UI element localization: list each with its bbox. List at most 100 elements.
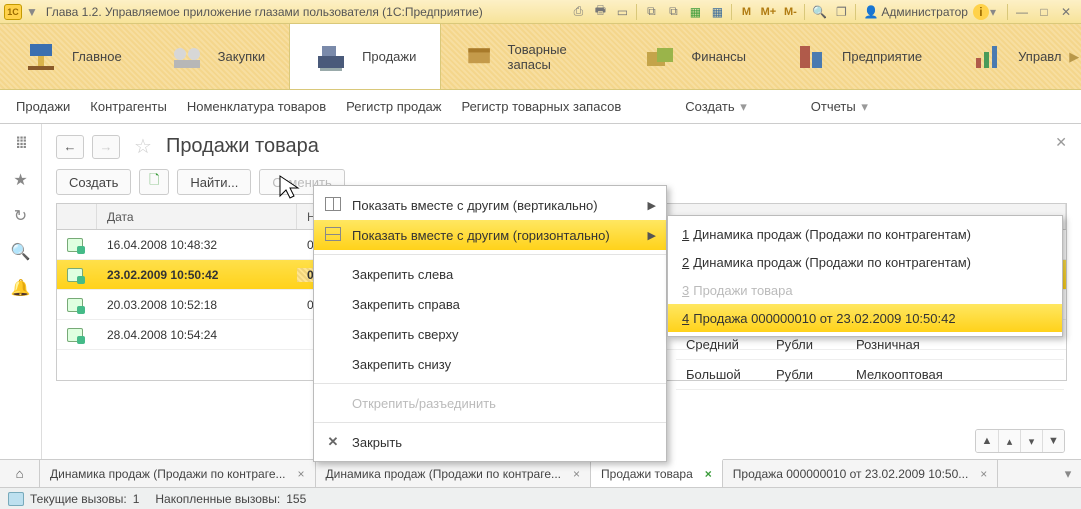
- grid-last[interactable]: ▼: [1042, 430, 1064, 452]
- sidebar: ⁞⁞⁞ ★ ↻ 🔍 🔔: [0, 124, 42, 459]
- zoom-icon[interactable]: 🔍: [809, 3, 829, 21]
- accumulated-calls-label: Накопленные вызовы:: [155, 492, 280, 506]
- submenu-item: 3Продажи товара: [668, 276, 1062, 304]
- nav-label: Продажи: [362, 49, 416, 64]
- chart-icon: [970, 40, 1004, 74]
- compare-icon[interactable]: ⧉: [663, 3, 683, 21]
- favorites-icon[interactable]: ★: [11, 170, 31, 190]
- nav-sales[interactable]: Продажи: [289, 24, 441, 89]
- document-icon: [67, 268, 83, 282]
- cmd-reports[interactable]: Отчеты ▾: [811, 99, 868, 115]
- tab[interactable]: Динамика продаж (Продажи по контраге...×: [316, 460, 592, 487]
- copy-icon[interactable]: ⧉: [641, 3, 661, 21]
- tabs-overflow[interactable]: ▾: [1055, 460, 1081, 487]
- back-button[interactable]: ←: [56, 135, 84, 159]
- nav-management[interactable]: Управл: [946, 24, 1067, 89]
- windows-icon[interactable]: ❐: [831, 3, 851, 21]
- tab[interactable]: Продажи товара×: [591, 459, 723, 487]
- forward-button[interactable]: →: [92, 135, 120, 159]
- calc-icon[interactable]: ▦: [685, 3, 705, 21]
- nav-enterprise[interactable]: Предприятие: [770, 24, 946, 89]
- chevron-right-icon: ▶: [648, 199, 656, 212]
- split-horizontal-icon: [324, 227, 342, 244]
- cmd-stock-register[interactable]: Регистр товарных запасов: [461, 99, 621, 114]
- info-icon[interactable]: i: [973, 4, 989, 20]
- tab-close-icon[interactable]: ×: [980, 467, 987, 481]
- menu-pin-top[interactable]: Закрепить сверху: [314, 319, 666, 349]
- submenu-item[interactable]: 4Продажа 000000010 от 23.02.2009 10:50:4…: [668, 304, 1062, 332]
- calendar-icon[interactable]: ▦: [707, 3, 727, 21]
- chevron-right-icon: ▶: [648, 229, 656, 242]
- tab-close-icon[interactable]: ×: [298, 467, 305, 481]
- history-icon[interactable]: ↻: [11, 206, 31, 226]
- table-row[interactable]: Большой Рубли Мелкооптовая: [676, 360, 1064, 390]
- grid-up[interactable]: ▴: [998, 430, 1020, 452]
- grid-first[interactable]: ▲: [976, 430, 998, 452]
- nav-stock[interactable]: Товарные запасы: [441, 24, 619, 89]
- section-nav: Главное Закупки Продажи Товарные запасы …: [0, 24, 1081, 90]
- nav-finance[interactable]: Финансы: [619, 24, 770, 89]
- close-window-button[interactable]: ✕: [1056, 3, 1076, 21]
- document-icon: [67, 298, 83, 312]
- search-sidebar-icon[interactable]: 🔍: [11, 242, 31, 262]
- app-menu-dd[interactable]: ▼: [26, 5, 38, 19]
- nav-scroll-right[interactable]: ▶: [1068, 24, 1081, 89]
- create-button[interactable]: Создать: [56, 169, 131, 195]
- menu-pin-bottom[interactable]: Закрепить снизу: [314, 349, 666, 379]
- nav-main[interactable]: Главное: [0, 24, 146, 89]
- favorite-toggle[interactable]: ☆: [134, 134, 152, 159]
- submenu-item[interactable]: 1Динамика продаж (Продажи по контрагента…: [668, 220, 1062, 248]
- info-dd[interactable]: ▾: [990, 5, 996, 19]
- current-calls-value: 1: [133, 492, 140, 506]
- print-preview-icon[interactable]: ⎙: [568, 3, 588, 21]
- nav-label: Предприятие: [842, 49, 922, 64]
- cmd-counterparties[interactable]: Контрагенты: [90, 99, 167, 114]
- m-minus-button[interactable]: M-: [780, 3, 800, 21]
- print-icon[interactable]: 🖶: [590, 3, 610, 21]
- current-calls-label: Текущие вызовы:: [30, 492, 127, 506]
- menu-pin-left[interactable]: Закрепить слева: [314, 259, 666, 289]
- nav-label: Финансы: [691, 49, 746, 64]
- cmd-sales[interactable]: Продажи: [16, 99, 70, 114]
- minimize-button[interactable]: —: [1012, 3, 1032, 21]
- notifications-icon[interactable]: 🔔: [11, 278, 31, 298]
- titlebar: 1C ▼ Глава 1.2. Управляемое приложение г…: [0, 0, 1081, 24]
- tab[interactable]: Продажа 000000010 от 23.02.2009 10:50...…: [723, 460, 999, 487]
- nav-label: Закупки: [218, 49, 265, 64]
- perf-icon: [8, 492, 24, 506]
- refresh-button[interactable]: 🗋: [139, 169, 169, 195]
- status-bar: Текущие вызовы: 1 Накопленные вызовы: 15…: [0, 487, 1081, 509]
- user-label[interactable]: 👤Администратор: [863, 5, 968, 19]
- menu-close[interactable]: ✕ Закрыть: [314, 427, 666, 457]
- tab-close-icon[interactable]: ×: [573, 467, 580, 481]
- tab-close-icon[interactable]: ×: [705, 467, 712, 481]
- submenu-item[interactable]: 2Динамика продаж (Продажи по контрагента…: [668, 248, 1062, 276]
- cmd-nomenclature[interactable]: Номенклатура товаров: [187, 99, 326, 114]
- accumulated-calls-value: 155: [286, 492, 306, 506]
- nav-purchases[interactable]: Закупки: [146, 24, 289, 89]
- cmd-sales-register[interactable]: Регистр продаж: [346, 99, 441, 114]
- menu-pin-right[interactable]: Закрепить справа: [314, 289, 666, 319]
- nav-label: Управл: [1018, 49, 1061, 64]
- page-close[interactable]: ✕: [1055, 134, 1067, 151]
- m-plus-button[interactable]: M+: [758, 3, 778, 21]
- command-bar: Продажи Контрагенты Номенклатура товаров…: [0, 90, 1081, 124]
- home-tab[interactable]: ⌂: [0, 460, 40, 487]
- split-vertical-icon: [324, 197, 342, 214]
- col-date[interactable]: Дата: [97, 204, 297, 229]
- maximize-button[interactable]: □: [1034, 3, 1054, 21]
- window-title: Глава 1.2. Управляемое приложение глазам…: [46, 5, 483, 19]
- tab[interactable]: Динамика продаж (Продажи по контраге...×: [40, 460, 316, 487]
- context-submenu: 1Динамика продаж (Продажи по контрагента…: [667, 215, 1063, 337]
- nav-label: Товарные запасы: [508, 42, 596, 72]
- menu-show-horizontal[interactable]: Показать вместе с другим (горизонтально)…: [314, 220, 666, 250]
- building-icon: [794, 40, 828, 74]
- grid-down[interactable]: ▾: [1020, 430, 1042, 452]
- doc-icon[interactable]: ▭: [612, 3, 632, 21]
- cmd-create[interactable]: Создать ▾: [685, 99, 747, 115]
- menu-show-vertical[interactable]: Показать вместе с другим (вертикально) ▶: [314, 190, 666, 220]
- find-button[interactable]: Найти...: [177, 169, 251, 195]
- m-button[interactable]: M: [736, 3, 756, 21]
- grid-nav-controls: ▲ ▴ ▾ ▼: [975, 429, 1065, 453]
- apps-icon[interactable]: ⁞⁞⁞: [11, 134, 31, 154]
